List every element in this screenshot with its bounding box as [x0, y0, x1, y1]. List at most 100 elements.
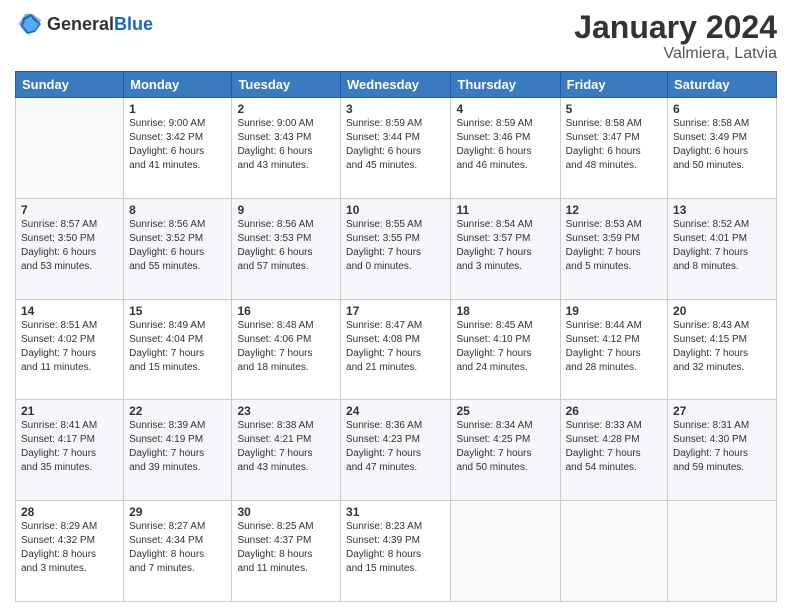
day-info: Sunrise: 8:59 AM Sunset: 3:46 PM Dayligh… [456, 117, 554, 173]
week-row-4: 21Sunrise: 8:41 AM Sunset: 4:17 PM Dayli… [16, 400, 777, 501]
day-info: Sunrise: 8:36 AM Sunset: 4:23 PM Dayligh… [346, 419, 445, 475]
day-info: Sunrise: 8:54 AM Sunset: 3:57 PM Dayligh… [456, 218, 554, 274]
calendar-cell [451, 501, 560, 602]
calendar-cell: 16Sunrise: 8:48 AM Sunset: 4:06 PM Dayli… [232, 299, 341, 400]
day-number: 5 [566, 102, 662, 116]
day-info: Sunrise: 8:57 AM Sunset: 3:50 PM Dayligh… [21, 218, 118, 274]
logo-icon [15, 10, 43, 38]
day-info: Sunrise: 8:38 AM Sunset: 4:21 PM Dayligh… [237, 419, 335, 475]
calendar-cell: 11Sunrise: 8:54 AM Sunset: 3:57 PM Dayli… [451, 198, 560, 299]
month-year: January 2024 [574, 10, 777, 45]
column-header-wednesday: Wednesday [341, 72, 451, 98]
calendar-cell: 28Sunrise: 8:29 AM Sunset: 4:32 PM Dayli… [16, 501, 124, 602]
day-number: 29 [129, 505, 226, 519]
calendar-cell: 3Sunrise: 8:59 AM Sunset: 3:44 PM Daylig… [341, 98, 451, 199]
calendar-cell: 10Sunrise: 8:55 AM Sunset: 3:55 PM Dayli… [341, 198, 451, 299]
week-row-2: 7Sunrise: 8:57 AM Sunset: 3:50 PM Daylig… [16, 198, 777, 299]
calendar-cell: 30Sunrise: 8:25 AM Sunset: 4:37 PM Dayli… [232, 501, 341, 602]
day-number: 25 [456, 404, 554, 418]
calendar-cell: 17Sunrise: 8:47 AM Sunset: 4:08 PM Dayli… [341, 299, 451, 400]
calendar-cell: 12Sunrise: 8:53 AM Sunset: 3:59 PM Dayli… [560, 198, 667, 299]
day-number: 17 [346, 304, 445, 318]
column-header-thursday: Thursday [451, 72, 560, 98]
day-info: Sunrise: 8:47 AM Sunset: 4:08 PM Dayligh… [346, 319, 445, 375]
day-number: 9 [237, 203, 335, 217]
page: GeneralBlue January 2024 Valmiera, Latvi… [0, 0, 792, 612]
day-info: Sunrise: 8:41 AM Sunset: 4:17 PM Dayligh… [21, 419, 118, 475]
column-header-monday: Monday [124, 72, 232, 98]
calendar-cell: 23Sunrise: 8:38 AM Sunset: 4:21 PM Dayli… [232, 400, 341, 501]
day-number: 23 [237, 404, 335, 418]
calendar-cell: 31Sunrise: 8:23 AM Sunset: 4:39 PM Dayli… [341, 501, 451, 602]
day-info: Sunrise: 8:56 AM Sunset: 3:52 PM Dayligh… [129, 218, 226, 274]
calendar-cell: 25Sunrise: 8:34 AM Sunset: 4:25 PM Dayli… [451, 400, 560, 501]
day-number: 31 [346, 505, 445, 519]
calendar-cell: 9Sunrise: 8:56 AM Sunset: 3:53 PM Daylig… [232, 198, 341, 299]
calendar-cell: 15Sunrise: 8:49 AM Sunset: 4:04 PM Dayli… [124, 299, 232, 400]
day-number: 18 [456, 304, 554, 318]
day-number: 20 [673, 304, 771, 318]
day-info: Sunrise: 8:23 AM Sunset: 4:39 PM Dayligh… [346, 520, 445, 576]
location: Valmiera, Latvia [574, 45, 777, 63]
day-number: 8 [129, 203, 226, 217]
day-info: Sunrise: 8:25 AM Sunset: 4:37 PM Dayligh… [237, 520, 335, 576]
column-header-sunday: Sunday [16, 72, 124, 98]
day-info: Sunrise: 8:59 AM Sunset: 3:44 PM Dayligh… [346, 117, 445, 173]
calendar-cell [668, 501, 777, 602]
week-row-3: 14Sunrise: 8:51 AM Sunset: 4:02 PM Dayli… [16, 299, 777, 400]
day-info: Sunrise: 9:00 AM Sunset: 3:42 PM Dayligh… [129, 117, 226, 173]
day-number: 28 [21, 505, 118, 519]
day-number: 3 [346, 102, 445, 116]
day-number: 16 [237, 304, 335, 318]
column-header-saturday: Saturday [668, 72, 777, 98]
column-header-tuesday: Tuesday [232, 72, 341, 98]
day-info: Sunrise: 8:52 AM Sunset: 4:01 PM Dayligh… [673, 218, 771, 274]
day-info: Sunrise: 8:49 AM Sunset: 4:04 PM Dayligh… [129, 319, 226, 375]
day-info: Sunrise: 8:48 AM Sunset: 4:06 PM Dayligh… [237, 319, 335, 375]
calendar-cell: 1Sunrise: 9:00 AM Sunset: 3:42 PM Daylig… [124, 98, 232, 199]
day-number: 2 [237, 102, 335, 116]
day-info: Sunrise: 8:29 AM Sunset: 4:32 PM Dayligh… [21, 520, 118, 576]
calendar-cell: 13Sunrise: 8:52 AM Sunset: 4:01 PM Dayli… [668, 198, 777, 299]
day-info: Sunrise: 8:33 AM Sunset: 4:28 PM Dayligh… [566, 419, 662, 475]
calendar-cell: 19Sunrise: 8:44 AM Sunset: 4:12 PM Dayli… [560, 299, 667, 400]
calendar-cell: 7Sunrise: 8:57 AM Sunset: 3:50 PM Daylig… [16, 198, 124, 299]
logo: GeneralBlue [15, 10, 153, 38]
calendar-cell [16, 98, 124, 199]
calendar-cell: 18Sunrise: 8:45 AM Sunset: 4:10 PM Dayli… [451, 299, 560, 400]
day-number: 10 [346, 203, 445, 217]
title-block: January 2024 Valmiera, Latvia [574, 10, 777, 63]
day-info: Sunrise: 8:43 AM Sunset: 4:15 PM Dayligh… [673, 319, 771, 375]
calendar-cell: 6Sunrise: 8:58 AM Sunset: 3:49 PM Daylig… [668, 98, 777, 199]
calendar-cell: 22Sunrise: 8:39 AM Sunset: 4:19 PM Dayli… [124, 400, 232, 501]
calendar-cell: 29Sunrise: 8:27 AM Sunset: 4:34 PM Dayli… [124, 501, 232, 602]
calendar-cell: 2Sunrise: 9:00 AM Sunset: 3:43 PM Daylig… [232, 98, 341, 199]
week-row-5: 28Sunrise: 8:29 AM Sunset: 4:32 PM Dayli… [16, 501, 777, 602]
day-info: Sunrise: 8:45 AM Sunset: 4:10 PM Dayligh… [456, 319, 554, 375]
calendar-cell: 27Sunrise: 8:31 AM Sunset: 4:30 PM Dayli… [668, 400, 777, 501]
day-number: 19 [566, 304, 662, 318]
calendar-cell [560, 501, 667, 602]
day-number: 24 [346, 404, 445, 418]
day-number: 26 [566, 404, 662, 418]
day-number: 6 [673, 102, 771, 116]
day-info: Sunrise: 8:51 AM Sunset: 4:02 PM Dayligh… [21, 319, 118, 375]
day-info: Sunrise: 8:31 AM Sunset: 4:30 PM Dayligh… [673, 419, 771, 475]
day-number: 1 [129, 102, 226, 116]
day-number: 4 [456, 102, 554, 116]
day-info: Sunrise: 9:00 AM Sunset: 3:43 PM Dayligh… [237, 117, 335, 173]
day-info: Sunrise: 8:58 AM Sunset: 3:49 PM Dayligh… [673, 117, 771, 173]
day-number: 13 [673, 203, 771, 217]
day-info: Sunrise: 8:53 AM Sunset: 3:59 PM Dayligh… [566, 218, 662, 274]
day-number: 14 [21, 304, 118, 318]
calendar-cell: 20Sunrise: 8:43 AM Sunset: 4:15 PM Dayli… [668, 299, 777, 400]
day-info: Sunrise: 8:39 AM Sunset: 4:19 PM Dayligh… [129, 419, 226, 475]
calendar-table: SundayMondayTuesdayWednesdayThursdayFrid… [15, 71, 777, 602]
day-info: Sunrise: 8:34 AM Sunset: 4:25 PM Dayligh… [456, 419, 554, 475]
day-info: Sunrise: 8:27 AM Sunset: 4:34 PM Dayligh… [129, 520, 226, 576]
calendar-cell: 8Sunrise: 8:56 AM Sunset: 3:52 PM Daylig… [124, 198, 232, 299]
day-number: 15 [129, 304, 226, 318]
calendar-cell: 4Sunrise: 8:59 AM Sunset: 3:46 PM Daylig… [451, 98, 560, 199]
day-info: Sunrise: 8:58 AM Sunset: 3:47 PM Dayligh… [566, 117, 662, 173]
day-info: Sunrise: 8:55 AM Sunset: 3:55 PM Dayligh… [346, 218, 445, 274]
